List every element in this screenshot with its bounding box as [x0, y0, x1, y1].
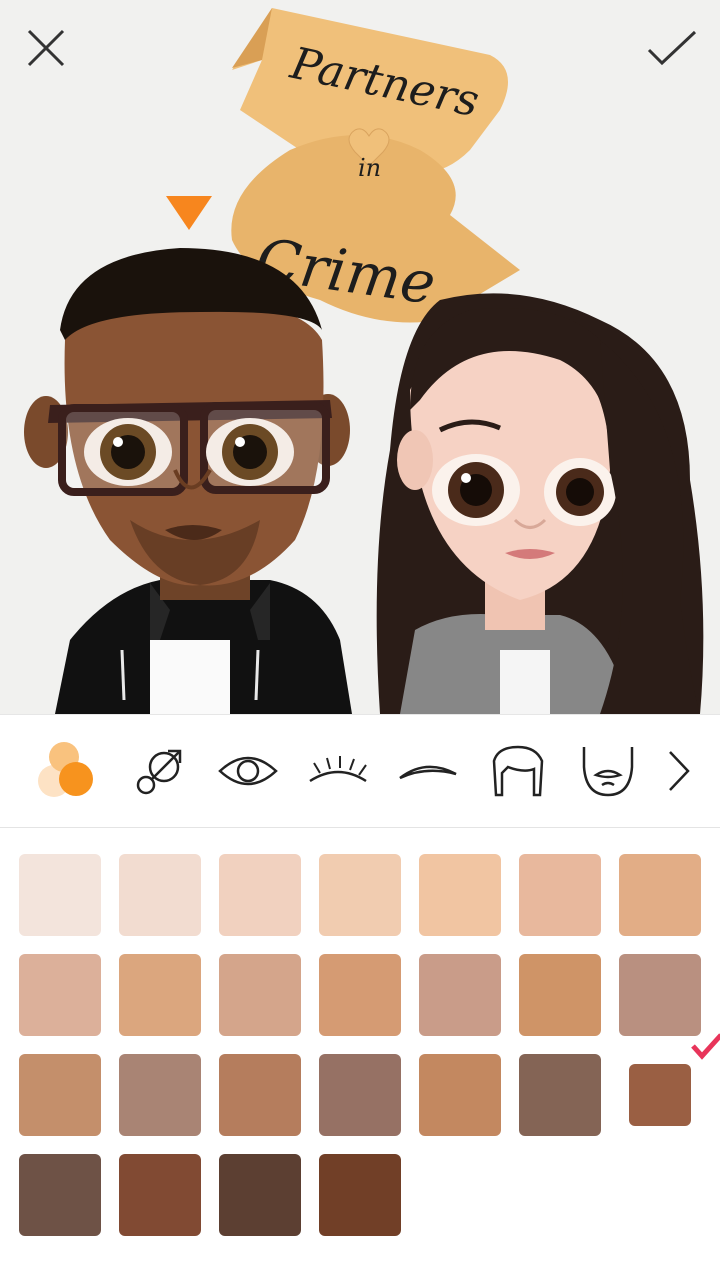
gender-icon — [136, 749, 182, 795]
skin-tone-swatch[interactable] — [319, 1154, 401, 1236]
confirm-button[interactable] — [646, 28, 702, 84]
color-dots-icon — [38, 742, 93, 797]
female-avatar — [376, 293, 704, 714]
skin-tone-palette — [0, 829, 720, 1280]
beard-icon — [582, 747, 634, 797]
tool-eyelashes[interactable] — [302, 735, 374, 807]
eye-icon — [218, 756, 278, 786]
eyelashes-icon — [309, 756, 367, 783]
tool-hair[interactable] — [482, 735, 554, 807]
selected-check-icon — [691, 1033, 720, 1060]
skin-tone-swatch[interactable] — [519, 1054, 601, 1136]
tool-eye[interactable] — [212, 735, 284, 807]
skin-tone-swatch[interactable] — [19, 854, 101, 936]
skin-tone-swatch[interactable] — [119, 1054, 201, 1136]
tool-gender[interactable] — [122, 735, 194, 807]
hair-icon — [492, 745, 544, 797]
skin-tone-swatch[interactable] — [219, 1054, 301, 1136]
skin-tone-swatch[interactable] — [219, 954, 301, 1036]
skin-tone-swatch[interactable] — [519, 954, 601, 1036]
skin-tone-swatch[interactable] — [219, 1154, 301, 1236]
skin-tone-swatch[interactable] — [419, 954, 501, 1036]
male-avatar — [24, 248, 352, 714]
banner-line-2: in — [358, 154, 381, 182]
skin-tone-swatch-selected[interactable] — [629, 1064, 691, 1126]
checkmark-icon — [647, 30, 697, 66]
chevron-right-icon — [669, 751, 690, 791]
skin-tone-swatch[interactable] — [219, 854, 301, 936]
skin-tone-swatch[interactable] — [519, 854, 601, 936]
more-tools-button[interactable] — [650, 735, 708, 807]
skin-tone-swatch[interactable] — [319, 1054, 401, 1136]
skin-tone-swatch[interactable] — [319, 854, 401, 936]
skin-tone-swatch[interactable] — [319, 954, 401, 1036]
skin-tone-swatch[interactable] — [19, 1154, 101, 1236]
avatar-scene: Partners in Crime — [24, 8, 704, 714]
tool-beard[interactable] — [572, 735, 644, 807]
skin-tone-swatch[interactable] — [19, 1054, 101, 1136]
avatar-preview: Partners in Crime — [0, 0, 720, 714]
skin-tone-swatch[interactable] — [619, 954, 701, 1036]
eyebrow-icon — [399, 765, 457, 780]
skin-tone-swatch[interactable] — [419, 1054, 501, 1136]
skin-tone-swatch[interactable] — [419, 854, 501, 936]
selected-avatar-indicator — [166, 196, 212, 230]
skin-tone-swatch[interactable] — [619, 854, 701, 936]
skin-tone-swatch[interactable] — [19, 954, 101, 1036]
tool-skin-tone[interactable] — [30, 735, 102, 807]
skin-tone-swatch[interactable] — [119, 1154, 201, 1236]
skin-tone-swatch[interactable] — [119, 854, 201, 936]
close-icon — [27, 29, 65, 67]
feature-toolbar — [0, 714, 720, 828]
skin-tone-swatch[interactable] — [119, 954, 201, 1036]
close-button[interactable] — [26, 28, 82, 84]
tool-eyebrow[interactable] — [392, 735, 464, 807]
